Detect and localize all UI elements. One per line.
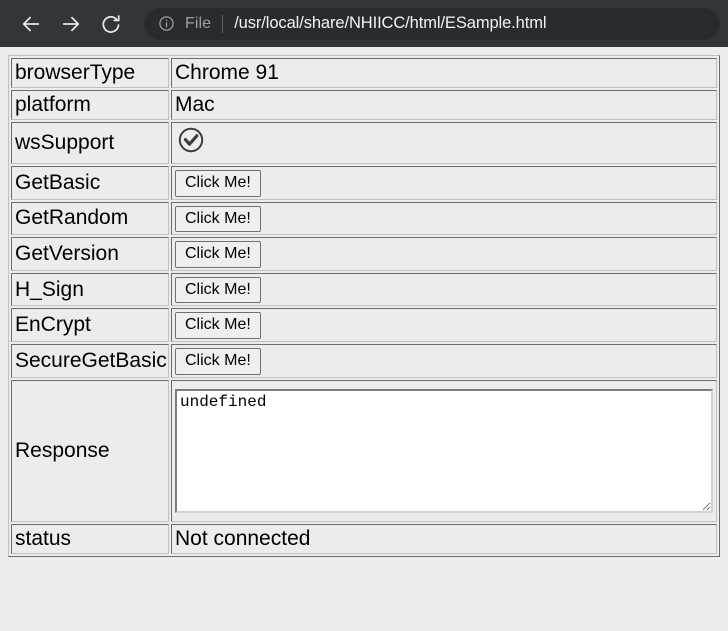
row-value-platform: Mac xyxy=(171,90,717,120)
getbasic-button[interactable]: Click Me! xyxy=(175,170,261,197)
encrypt-button[interactable]: Click Me! xyxy=(175,312,261,339)
row-value-h-sign: Click Me! xyxy=(171,273,717,307)
table-row: platform Mac xyxy=(11,90,717,120)
row-label-getbasic: GetBasic xyxy=(11,166,169,200)
table-row: status Not connected xyxy=(11,524,717,554)
table-row: GetRandom Click Me! xyxy=(11,202,717,236)
api-demo-table: browserType Chrome 91 platform Mac wsSup… xyxy=(8,55,720,557)
arrow-left-icon xyxy=(20,13,42,35)
row-value-response: undefined xyxy=(171,380,717,522)
address-bar[interactable]: File /usr/local/share/NHIICC/html/ESampl… xyxy=(144,8,720,40)
response-textarea[interactable]: undefined xyxy=(175,389,713,513)
row-value-getrandom: Click Me! xyxy=(171,202,717,236)
omnibox-divider xyxy=(222,15,223,33)
row-label-encrypt: EnCrypt xyxy=(11,308,169,342)
page-viewport: browserType Chrome 91 platform Mac wsSup… xyxy=(0,47,728,631)
status-badge: Not connected xyxy=(171,524,717,554)
table-row: H_Sign Click Me! xyxy=(11,273,717,307)
row-value-getversion: Click Me! xyxy=(171,237,717,271)
check-circle-icon xyxy=(177,126,205,160)
row-label-securegetbasic: SecureGetBasic xyxy=(11,344,169,378)
row-value-browsertype: Chrome 91 xyxy=(171,58,717,88)
table-row: SecureGetBasic Click Me! xyxy=(11,344,717,378)
reload-button[interactable] xyxy=(94,7,128,41)
reload-icon xyxy=(100,13,122,35)
row-label-status: status xyxy=(11,524,169,554)
getrandom-button[interactable]: Click Me! xyxy=(175,206,261,233)
row-label-h-sign: H_Sign xyxy=(11,273,169,307)
table-row: GetVersion Click Me! xyxy=(11,237,717,271)
row-label-platform: platform xyxy=(11,90,169,120)
table-row: wsSupport xyxy=(11,122,717,164)
row-value-encrypt: Click Me! xyxy=(171,308,717,342)
api-demo-table-body: browserType Chrome 91 platform Mac wsSup… xyxy=(11,58,717,554)
securegetbasic-button[interactable]: Click Me! xyxy=(175,348,261,375)
table-row: GetBasic Click Me! xyxy=(11,166,717,200)
table-row: EnCrypt Click Me! xyxy=(11,308,717,342)
arrow-right-icon xyxy=(60,13,82,35)
table-row: browserType Chrome 91 xyxy=(11,58,717,88)
back-button[interactable] xyxy=(14,7,48,41)
info-circle-icon[interactable] xyxy=(158,15,175,32)
row-value-securegetbasic: Click Me! xyxy=(171,344,717,378)
row-value-wssupport xyxy=(171,122,717,164)
row-value-getbasic: Click Me! xyxy=(171,166,717,200)
row-label-getrandom: GetRandom xyxy=(11,202,169,236)
browser-toolbar: File /usr/local/share/NHIICC/html/ESampl… xyxy=(0,0,728,47)
row-label-getversion: GetVersion xyxy=(11,237,169,271)
h-sign-button[interactable]: Click Me! xyxy=(175,277,261,304)
url-scheme-label: File xyxy=(185,15,211,33)
row-label-response: Response xyxy=(11,380,169,522)
row-label-browsertype: browserType xyxy=(11,58,169,88)
url-text: /usr/local/share/NHIICC/html/ESample.htm… xyxy=(234,14,546,33)
row-label-wssupport: wsSupport xyxy=(11,122,169,164)
getversion-button[interactable]: Click Me! xyxy=(175,241,261,268)
table-row: Response undefined xyxy=(11,380,717,522)
forward-button[interactable] xyxy=(54,7,88,41)
